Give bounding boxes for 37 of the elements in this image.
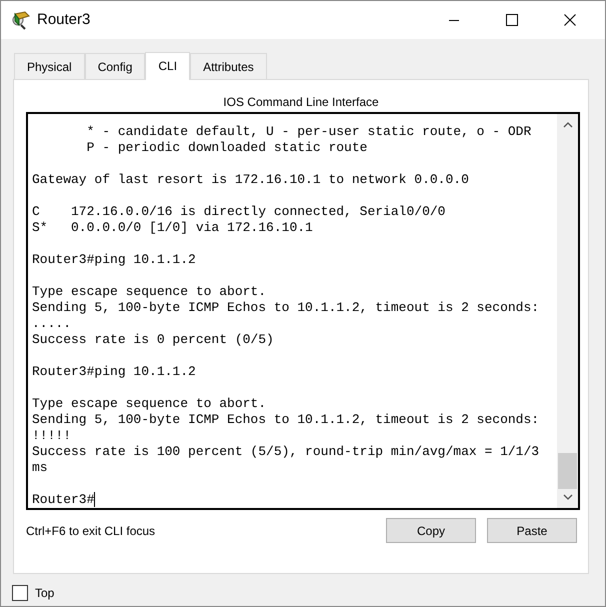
hint-text: Ctrl+F6 to exit CLI focus — [26, 522, 156, 540]
terminal-line: Success rate is 0 percent (0/5) — [32, 332, 275, 348]
router-icon — [11, 10, 31, 30]
terminal-line: S* 0.0.0.0/0 [1/0] via 172.16.10.1 — [32, 220, 314, 236]
scroll-up-icon[interactable] — [562, 122, 572, 128]
terminal-line: ..... — [32, 316, 72, 332]
terminal-line: Type escape sequence to abort. — [32, 284, 268, 300]
tab[interactable]: Attributes — [190, 53, 267, 79]
scroll-thumb[interactable] — [558, 453, 577, 489]
terminal-line: Sending 5, 100-byte ICMP Echos to 10.1.1.2, timeout is 2 seconds: — [32, 300, 540, 316]
close-icon — [564, 14, 576, 26]
terminal-line: Router3#ping 10.1.1.2 — [32, 364, 197, 380]
terminal-line: P - periodic downloaded static route — [86, 140, 368, 156]
checkbox[interactable] — [12, 585, 28, 601]
action-button[interactable]: Paste — [487, 518, 577, 543]
tab[interactable]: Physical — [14, 53, 85, 79]
terminal-line: Sending 5, 100-byte ICMP Echos to 10.1.1.2, timeout is 2 seconds: — [32, 412, 540, 428]
terminal-line: Success rate is 100 percent (5/5), round-trip min/avg/max = 1/1/3 — [32, 444, 540, 460]
tab[interactable]: Config — [84, 53, 146, 79]
terminal-line: C 172.16.0.0/16 is directly connected, Serial0/0/0 — [32, 204, 446, 220]
terminal-line: !!!!! — [32, 428, 72, 444]
panel-heading: IOS Command Line Interface — [223, 95, 379, 109]
scrollbar[interactable] — [557, 114, 578, 508]
terminal-line: * - candidate default, U - per-user static route, o - ODR — [86, 124, 532, 140]
command-prompt: Router3# — [32, 492, 94, 507]
terminal-line: ms — [32, 460, 49, 476]
scroll-down-icon[interactable] — [562, 494, 572, 500]
terminal-line: Router3#ping 10.1.1.2 — [32, 252, 197, 268]
terminal-line: Type escape sequence to abort. — [32, 396, 268, 412]
tab[interactable]: CLI — [145, 52, 190, 80]
action-button[interactable]: Copy — [386, 518, 476, 543]
terminal-line: Gateway of last resort is 172.16.10.1 to network 0.0.0.0 — [32, 172, 470, 188]
text-cursor — [94, 492, 96, 507]
maximize-icon — [506, 14, 518, 26]
terminal[interactable] — [26, 112, 580, 510]
window-title: Router3 — [37, 10, 92, 30]
checkbox-label: Top — [35, 585, 54, 602]
